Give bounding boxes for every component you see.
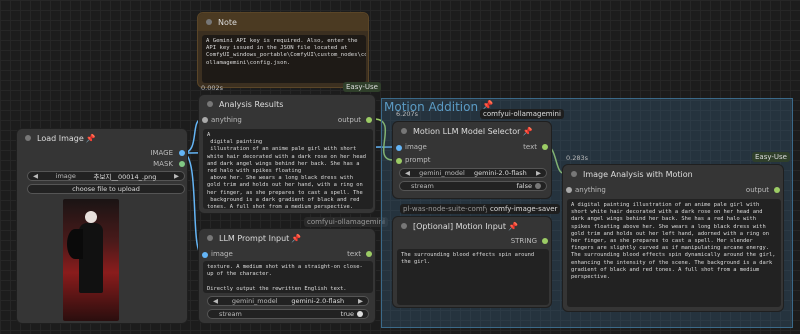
output-label: output [337, 116, 361, 124]
output-image-socket[interactable] [179, 150, 185, 156]
output-socket[interactable] [542, 144, 548, 150]
image-analysis-text[interactable]: A digital painting illustration of an an… [567, 199, 781, 307]
arrow-right-icon[interactable]: ▶ [536, 169, 541, 177]
output-socket[interactable] [366, 251, 372, 257]
analysis-timing: 0.002s [201, 84, 223, 92]
image-selector[interactable]: ◀ image 추보지__00014_.png ▶ [27, 171, 185, 181]
motion-llm-node[interactable]: Motion LLM Model Selector 📌 image prompt… [392, 121, 552, 199]
pin-icon[interactable]: 📌 [522, 127, 532, 136]
node-title: Motion LLM Model Selector [413, 126, 521, 136]
arrow-right-icon[interactable]: ▶ [358, 297, 363, 305]
input-image-label: image [405, 143, 427, 151]
pin-icon[interactable]: 📌 [508, 222, 518, 231]
output-string-label: STRING [510, 237, 537, 245]
collapse-dot-icon[interactable] [206, 19, 212, 25]
toggle-on-icon [357, 311, 363, 317]
input-anything-label: anything [211, 116, 242, 124]
collapse-dot-icon[interactable] [25, 135, 31, 141]
image-saver-badge: comfy-image-saver [487, 204, 561, 214]
node-title: Load Image [37, 133, 84, 143]
input-prompt-socket[interactable] [396, 158, 402, 164]
output-socket[interactable] [366, 117, 372, 123]
output-label: text [347, 250, 361, 258]
stream-toggle[interactable]: stream true [207, 309, 369, 319]
arrow-left-icon[interactable]: ◀ [33, 172, 38, 180]
ollamagemini-badge: comfyui-ollamagemini [304, 217, 388, 227]
easy-use-badge: Easy-Use [343, 82, 381, 92]
output-image-label: IMAGE [150, 149, 173, 157]
output-label: text [523, 143, 537, 151]
node-title: [Optional] Motion Input [413, 221, 506, 231]
note-node[interactable]: Note A Gemini API key is required. Also,… [197, 12, 369, 88]
node-title: Analysis Results [219, 99, 284, 109]
arrow-right-icon[interactable]: ▶ [174, 172, 179, 180]
upload-button[interactable]: choose file to upload [27, 184, 185, 194]
output-string-socket[interactable] [542, 238, 548, 244]
load-image-node[interactable]: Load Image 📌 IMAGE MASK ◀ image 추보지__000… [16, 128, 188, 324]
node-title: LLM Prompt Input [219, 233, 290, 243]
motion-input-node[interactable]: [Optional] Motion Input 📌 STRING The sur… [392, 216, 552, 308]
llm-prompt-node[interactable]: LLM Prompt Input 📌 image text texture. A… [198, 228, 376, 324]
analysis-text[interactable]: A digital painting illustration of an an… [203, 129, 373, 209]
output-socket[interactable] [774, 187, 780, 193]
input-image-socket[interactable] [396, 145, 402, 151]
output-label: output [745, 186, 769, 194]
input-image-label: image [211, 250, 233, 258]
analysis-results-node[interactable]: Analysis Results anything output A digit… [198, 94, 376, 214]
note-title: Note [218, 17, 237, 27]
output-mask-socket[interactable] [179, 161, 185, 167]
collapse-dot-icon[interactable] [207, 101, 213, 107]
pin-icon[interactable]: 📌 [291, 234, 301, 243]
collapse-dot-icon[interactable] [401, 128, 407, 134]
arrow-left-icon[interactable]: ◀ [405, 169, 410, 177]
collapse-dot-icon[interactable] [401, 223, 407, 229]
input-prompt-label: prompt [405, 156, 431, 164]
image-value: 추보지__00014_.png [93, 173, 157, 181]
pl-was-badge: pl-was-node-suite-comfyui [400, 204, 499, 214]
easy-use-badge: Easy-Use [752, 152, 790, 162]
stream-toggle[interactable]: stream false [399, 181, 547, 191]
note-text[interactable]: A Gemini API key is required. Also, ente… [202, 35, 366, 83]
collapse-dot-icon[interactable] [207, 235, 213, 241]
ollamagemini-badge: comfyui-ollamagemini [480, 109, 564, 119]
figure-wing [67, 229, 83, 259]
image-analysis-node[interactable]: Image Analysis with Motion anything outp… [562, 164, 784, 312]
input-anything-label: anything [575, 186, 606, 194]
input-image-socket[interactable] [202, 252, 208, 258]
node-title: Image Analysis with Motion [583, 169, 693, 179]
gemini-model-selector[interactable]: ◀ gemini_model gemini-2.0-flash ▶ [399, 168, 547, 178]
motion-text[interactable]: The surrounding blood effects spin aroun… [397, 249, 549, 305]
collapse-dot-icon[interactable] [571, 171, 577, 177]
figure-head [85, 211, 97, 223]
toggle-off-icon [535, 183, 541, 189]
image-analysis-timing: 0.283s [566, 154, 588, 162]
input-socket[interactable] [202, 117, 208, 123]
input-socket[interactable] [566, 187, 572, 193]
motion-timing: 6.207s [396, 110, 418, 118]
output-mask-label: MASK [153, 160, 173, 168]
prompt-text[interactable]: texture. A medium shot with a straight-o… [203, 261, 373, 293]
arrow-left-icon[interactable]: ◀ [213, 297, 218, 305]
pin-icon[interactable]: 📌 [86, 134, 96, 143]
image-label: image [55, 172, 76, 180]
image-preview [63, 199, 119, 321]
gemini-model-selector[interactable]: ◀ gemini_model gemini-2.0-flash ▶ [207, 296, 369, 306]
